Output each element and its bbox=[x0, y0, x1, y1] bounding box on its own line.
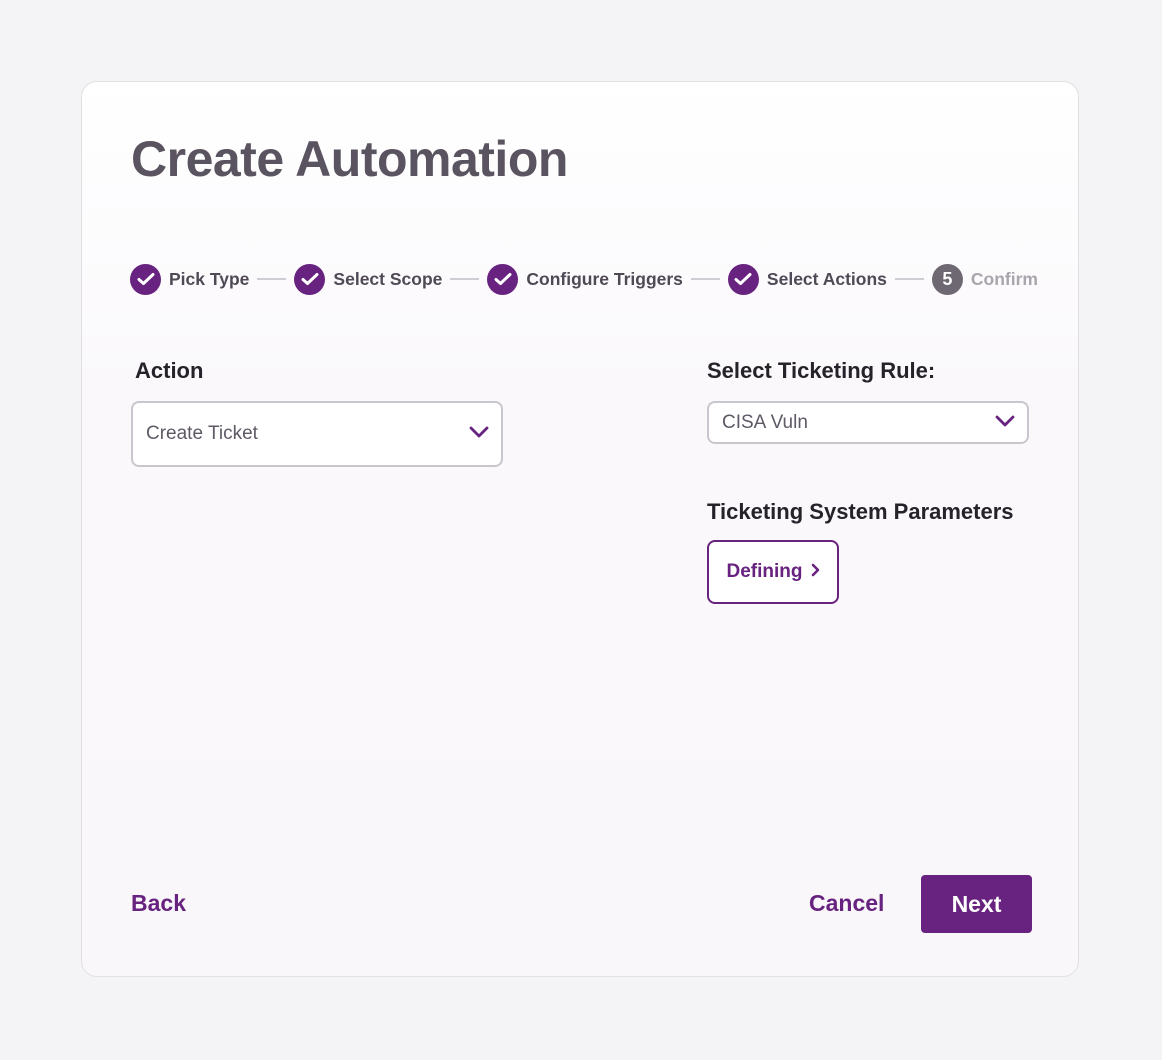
step-connector bbox=[690, 278, 720, 280]
step-label: Configure Triggers bbox=[526, 268, 683, 289]
action-label: Action bbox=[135, 358, 204, 383]
step-label: Select Scope bbox=[333, 268, 443, 289]
page-title: Create Automation bbox=[131, 131, 568, 187]
step-confirm[interactable]: 5 Confirm bbox=[931, 263, 1038, 295]
check-icon bbox=[487, 263, 519, 295]
step-label: Confirm bbox=[970, 268, 1038, 289]
ticketing-params-label: Ticketing System Parameters bbox=[707, 499, 1014, 524]
step-connector bbox=[257, 278, 287, 280]
step-select-scope[interactable]: Select Scope bbox=[294, 263, 443, 295]
step-pick-type[interactable]: Pick Type bbox=[130, 263, 250, 295]
check-icon bbox=[294, 263, 326, 295]
check-icon bbox=[130, 263, 161, 295]
step-connector bbox=[450, 278, 480, 280]
check-icon bbox=[727, 263, 759, 295]
defining-button-label: Defining bbox=[726, 561, 803, 582]
step-select-actions[interactable]: Select Actions bbox=[727, 263, 887, 295]
step-configure-triggers[interactable]: Configure Triggers bbox=[487, 263, 683, 295]
stepper: Pick Type Select Scope Configure Trigger… bbox=[130, 263, 1038, 295]
step-label: Select Actions bbox=[766, 268, 887, 289]
action-select[interactable]: Create Ticket bbox=[131, 401, 503, 467]
chevron-down-icon bbox=[469, 425, 489, 443]
back-button[interactable]: Back bbox=[131, 890, 186, 917]
step-number-badge: 5 bbox=[931, 263, 963, 295]
step-label: Pick Type bbox=[169, 268, 250, 289]
chevron-right-icon bbox=[811, 563, 820, 582]
action-select-value: Create Ticket bbox=[146, 423, 258, 444]
cancel-button[interactable]: Cancel bbox=[809, 890, 884, 917]
ticketing-rule-label: Select Ticketing Rule: bbox=[707, 358, 936, 383]
defining-button[interactable]: Defining bbox=[707, 540, 839, 604]
ticketing-rule-select[interactable]: CISA Vuln bbox=[707, 401, 1029, 444]
chevron-down-icon bbox=[995, 414, 1015, 432]
next-button[interactable]: Next bbox=[921, 875, 1032, 933]
ticketing-rule-select-value: CISA Vuln bbox=[722, 411, 808, 433]
step-connector bbox=[894, 278, 924, 280]
create-automation-dialog: Create Automation Pick Type Select Scope… bbox=[81, 81, 1079, 977]
